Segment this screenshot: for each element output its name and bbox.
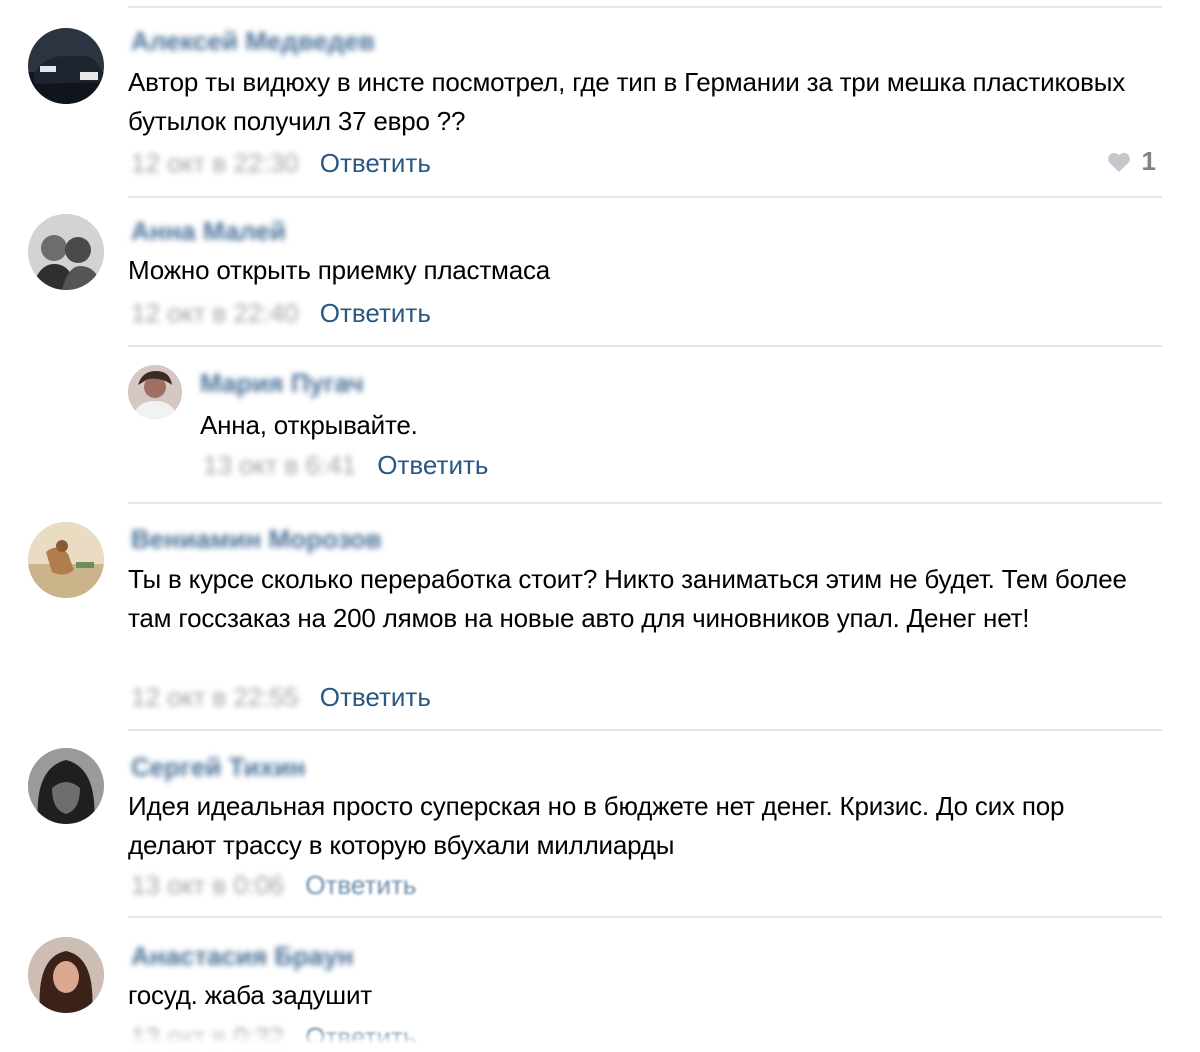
heart-icon xyxy=(1107,152,1130,172)
reply-link[interactable]: Ответить xyxy=(320,682,431,712)
comment-date: 12 окт в 22:30 xyxy=(131,148,299,178)
like-button[interactable]: 1 xyxy=(1106,146,1156,177)
comment-meta: 12 окт в 22:30 Ответить xyxy=(131,148,431,178)
comment-text: Автор ты видюху в инсте посмотрел, где т… xyxy=(128,67,1126,136)
avatar[interactable] xyxy=(28,748,104,824)
avatar[interactable] xyxy=(28,937,104,1013)
comment-author[interactable]: Анна Малей xyxy=(131,216,286,247)
comment-text: Идея идеальная просто суперская но в бюд… xyxy=(128,791,1065,860)
comment-text: Ты в курсе сколько переработка стоит? Ни… xyxy=(128,564,1127,633)
like-count: 1 xyxy=(1141,146,1156,176)
beach-avatar-icon xyxy=(28,522,104,598)
reply-link[interactable]: Ответить xyxy=(320,298,431,328)
comment-text: Можно открыть приемку пластмаса xyxy=(128,255,551,285)
divider xyxy=(128,916,1162,918)
girl-avatar-icon xyxy=(28,937,104,1013)
comment-text: Анна, открывайте. xyxy=(200,410,418,440)
avatar[interactable] xyxy=(28,214,104,290)
comment-meta: 12 окт в 22:55 Ответить xyxy=(131,682,431,712)
comment-text: госуд. жаба задушит xyxy=(128,980,372,1010)
avatar[interactable] xyxy=(28,28,104,104)
reply-link[interactable]: Ответить xyxy=(320,148,431,178)
hooded-avatar-icon xyxy=(28,748,104,824)
woman-avatar-icon xyxy=(128,365,182,419)
divider xyxy=(128,6,1162,8)
divider xyxy=(128,196,1162,198)
comment-author[interactable]: Сергей Тихин xyxy=(131,752,306,783)
avatar[interactable] xyxy=(128,365,182,419)
comment-date: 12 окт в 22:55 xyxy=(131,682,299,712)
couple-avatar-icon xyxy=(28,214,104,290)
comment-date: 12 окт в 22:40 xyxy=(131,298,299,328)
comment-meta: 13 окт в 0:06 Ответить xyxy=(131,870,416,900)
comment-author[interactable]: Мария Пугач xyxy=(200,368,364,399)
avatar[interactable] xyxy=(28,522,104,598)
car-avatar-icon xyxy=(28,28,104,104)
divider xyxy=(128,345,1162,347)
comment-date: 13 окт в 6:41 xyxy=(203,450,357,480)
reply-link[interactable]: Ответить xyxy=(305,870,416,900)
comment-author[interactable]: Вениамин Морозов xyxy=(131,524,382,555)
comment-meta: 12 окт в 22:40 Ответить xyxy=(131,298,431,328)
divider xyxy=(128,729,1162,731)
comment-meta: 13 окт в 6:41 Ответить xyxy=(203,450,488,480)
comment-date: 13 окт в 0:06 xyxy=(131,870,285,900)
divider xyxy=(128,502,1162,504)
comment-author[interactable]: Алексей Медведев xyxy=(131,26,375,57)
comment-author[interactable]: Анастасия Браун xyxy=(131,941,354,972)
reply-link[interactable]: Ответить xyxy=(377,450,488,480)
bottom-fade xyxy=(0,1030,1200,1051)
